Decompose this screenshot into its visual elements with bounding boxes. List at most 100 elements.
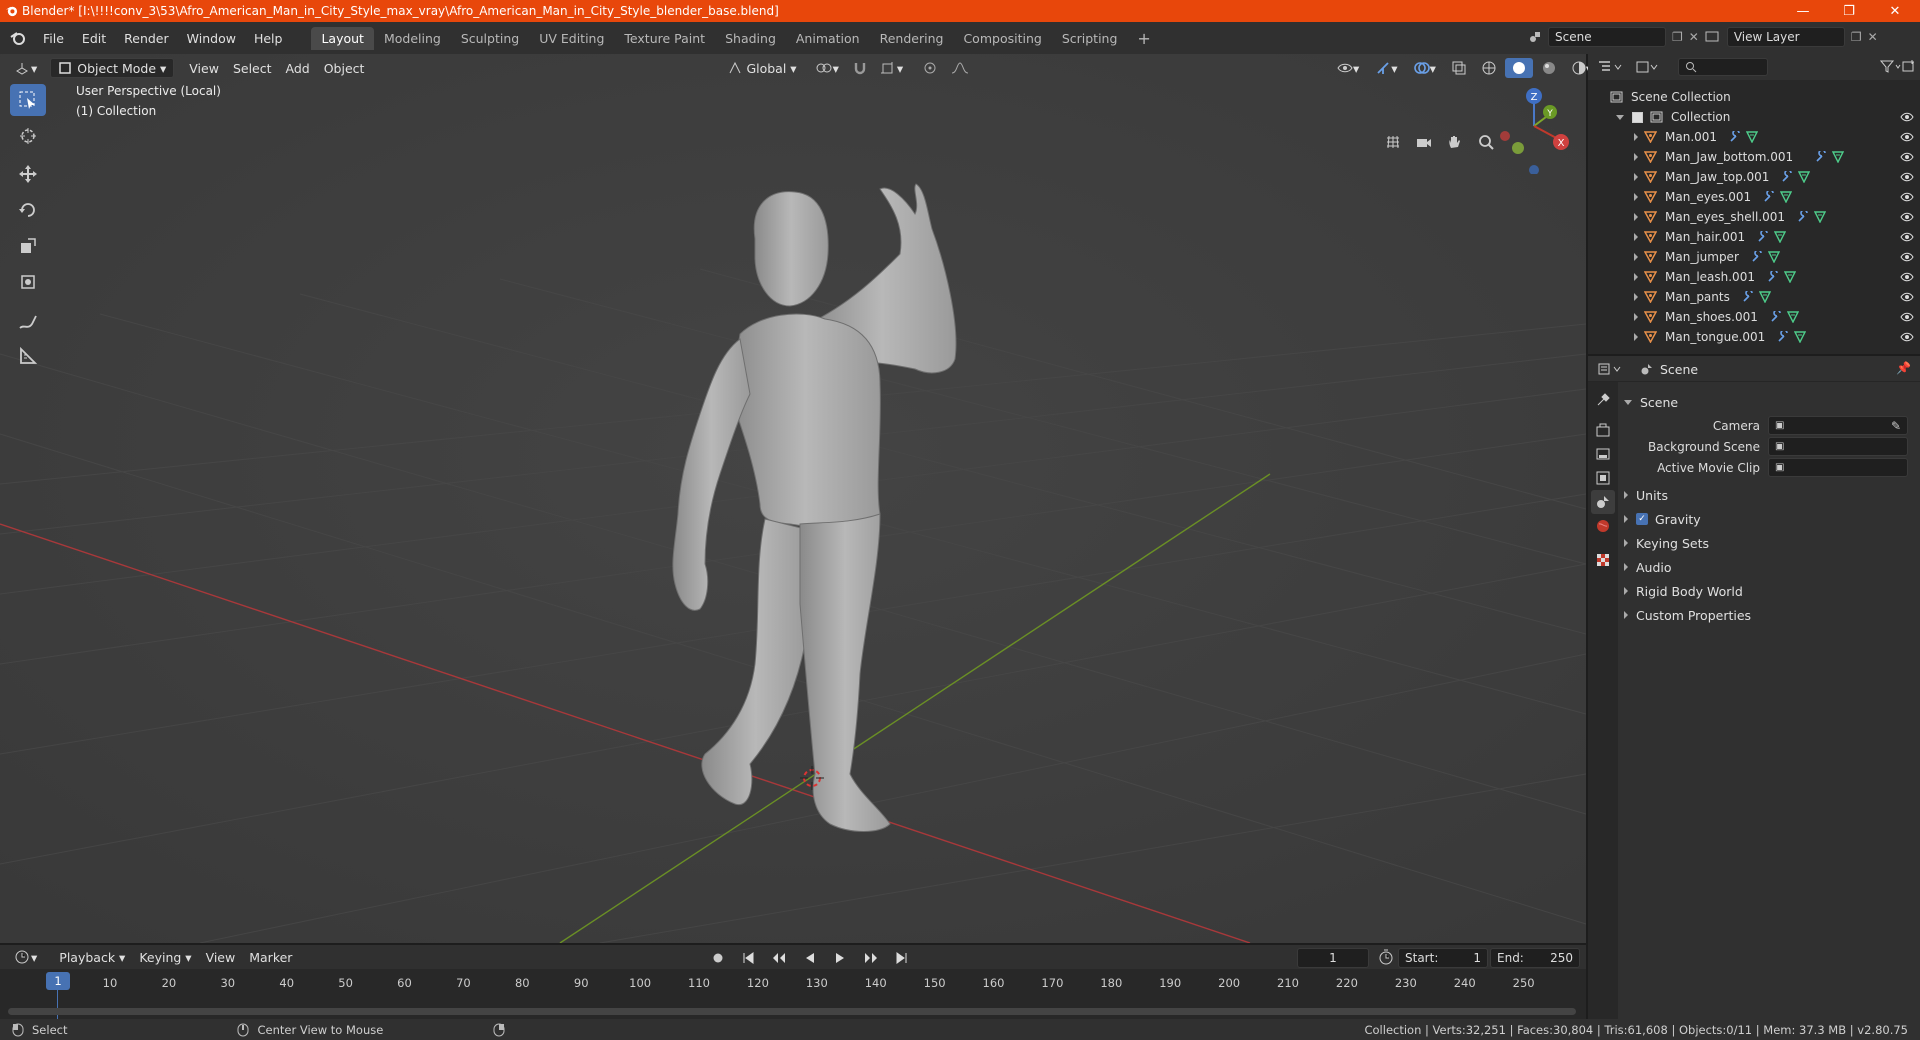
outliner-object-row[interactable]: Man_leash.001 bbox=[1588, 267, 1920, 287]
new-view-layer-icon[interactable]: ❐ bbox=[1851, 30, 1862, 44]
eyedropper-icon[interactable]: ✎ bbox=[1891, 419, 1901, 433]
timeline-menu-playback[interactable]: Playback ▾ bbox=[52, 947, 132, 967]
viewport-menu-add[interactable]: Add bbox=[279, 58, 317, 78]
tab-sculpting[interactable]: Sculpting bbox=[451, 27, 529, 50]
current-frame-field[interactable]: 1 bbox=[1297, 948, 1369, 968]
outliner-object-row[interactable]: Man_tongue.001 bbox=[1588, 327, 1920, 347]
collection-row[interactable]: Collection bbox=[1588, 107, 1920, 127]
properties-section-header[interactable]: Audio bbox=[1624, 555, 1914, 579]
mesh-data-icon[interactable] bbox=[1758, 291, 1771, 303]
pivot-point-selector[interactable]: ▾ bbox=[808, 58, 846, 78]
shading-solid-button[interactable] bbox=[1504, 58, 1533, 78]
tab-scripting[interactable]: Scripting bbox=[1052, 27, 1128, 50]
eye-icon[interactable] bbox=[1900, 212, 1914, 222]
next-keyframe-button[interactable] bbox=[857, 948, 885, 968]
modifier-wrench-icon[interactable] bbox=[1797, 211, 1809, 223]
object-expand-icon[interactable] bbox=[1634, 173, 1638, 181]
viewport-menu-view[interactable]: View bbox=[182, 58, 226, 78]
play-reverse-button[interactable] bbox=[797, 948, 823, 968]
transform-tool[interactable] bbox=[10, 266, 46, 298]
outliner-object-row[interactable]: Man_Jaw_bottom.001 bbox=[1588, 147, 1920, 167]
zoom-view-button[interactable] bbox=[1472, 128, 1500, 156]
modifier-wrench-icon[interactable] bbox=[1763, 191, 1775, 203]
xray-toggle[interactable] bbox=[1445, 58, 1473, 78]
eye-icon[interactable] bbox=[1900, 272, 1914, 282]
new-scene-icon[interactable]: ❐ bbox=[1672, 30, 1683, 44]
playhead-frame-badge[interactable]: 1 bbox=[46, 972, 70, 990]
delete-scene-icon[interactable]: ✕ bbox=[1689, 30, 1699, 44]
cursor-tool[interactable] bbox=[10, 120, 46, 152]
outliner-object-row[interactable]: Man_shoes.001 bbox=[1588, 307, 1920, 327]
end-frame-field[interactable]: End: 250 bbox=[1490, 948, 1580, 968]
outliner-editor-type-icon[interactable] bbox=[1598, 60, 1624, 77]
tab-compositing[interactable]: Compositing bbox=[953, 27, 1051, 50]
timeline-menu-view[interactable]: View bbox=[199, 947, 243, 967]
eye-icon[interactable] bbox=[1900, 312, 1914, 322]
mesh-data-icon[interactable] bbox=[1780, 191, 1793, 203]
menu-edit[interactable]: Edit bbox=[73, 31, 115, 46]
object-expand-icon[interactable] bbox=[1634, 233, 1638, 241]
gizmo-toggle[interactable]: ▾ bbox=[1368, 58, 1404, 78]
view-layer-selector[interactable]: View Layer bbox=[1726, 27, 1845, 47]
scene-icon[interactable] bbox=[1528, 30, 1542, 44]
view-layer-icon[interactable] bbox=[1705, 30, 1721, 44]
object-expand-icon[interactable] bbox=[1634, 333, 1638, 341]
start-frame-field[interactable]: Start: 1 bbox=[1398, 948, 1488, 968]
object-expand-icon[interactable] bbox=[1634, 213, 1638, 221]
measure-tool[interactable] bbox=[10, 340, 46, 372]
scale-tool[interactable] bbox=[10, 230, 46, 262]
object-expand-icon[interactable] bbox=[1634, 253, 1638, 261]
mesh-data-icon[interactable] bbox=[1783, 271, 1796, 283]
collection-expand-icon[interactable] bbox=[1616, 114, 1624, 120]
outliner-object-row[interactable]: Man_eyes_shell.001 bbox=[1588, 207, 1920, 227]
outliner-object-row[interactable]: Man_eyes.001 bbox=[1588, 187, 1920, 207]
tab-output[interactable] bbox=[1595, 446, 1611, 465]
object-expand-icon[interactable] bbox=[1634, 313, 1638, 321]
mesh-data-icon[interactable] bbox=[1832, 151, 1845, 163]
menu-window[interactable]: Window bbox=[178, 31, 245, 46]
mesh-data-icon[interactable] bbox=[1794, 331, 1807, 343]
rotate-tool[interactable] bbox=[10, 194, 46, 226]
properties-section-header[interactable]: Custom Properties bbox=[1624, 603, 1914, 627]
eye-icon[interactable] bbox=[1900, 112, 1914, 122]
tab-scene[interactable] bbox=[1591, 490, 1615, 514]
pin-icon[interactable]: 📌 bbox=[1896, 361, 1911, 375]
gravity-checkbox[interactable]: ✓ bbox=[1636, 513, 1648, 525]
outliner-object-row[interactable]: Man.001 bbox=[1588, 127, 1920, 147]
object-expand-icon[interactable] bbox=[1634, 273, 1638, 281]
tab-texture-paint[interactable]: Texture Paint bbox=[614, 27, 715, 50]
outliner-object-row[interactable]: Man_hair.001 bbox=[1588, 227, 1920, 247]
field-value-input[interactable]: ▣ bbox=[1768, 458, 1908, 477]
properties-section-header[interactable]: Units bbox=[1624, 483, 1914, 507]
tab-animation[interactable]: Animation bbox=[786, 27, 870, 50]
tab-shading[interactable]: Shading bbox=[715, 27, 786, 50]
menu-help[interactable]: Help bbox=[245, 31, 292, 46]
snap-target-selector[interactable]: ▾ bbox=[874, 58, 910, 78]
outliner-object-row[interactable]: Man_jumper bbox=[1588, 247, 1920, 267]
tab-modeling[interactable]: Modeling bbox=[374, 27, 451, 50]
new-collection-icon[interactable] bbox=[1902, 59, 1916, 76]
close-button[interactable]: ✕ bbox=[1872, 0, 1918, 22]
properties-section-header[interactable]: Rigid Body World bbox=[1624, 579, 1914, 603]
toggle-grid-view-button[interactable] bbox=[1379, 128, 1407, 156]
transform-orientation-selector[interactable]: Global ▾ bbox=[721, 58, 803, 78]
select-box-tool[interactable] bbox=[10, 84, 46, 116]
3d-viewport[interactable]: User Perspective (Local) (1) Collection bbox=[0, 54, 1586, 943]
scene-collection-row[interactable]: Scene Collection bbox=[1588, 87, 1920, 107]
modifier-wrench-icon[interactable] bbox=[1815, 151, 1827, 163]
blender-menu-icon[interactable] bbox=[10, 30, 26, 46]
modifier-wrench-icon[interactable] bbox=[1777, 331, 1789, 343]
shading-wireframe-button[interactable] bbox=[1475, 58, 1503, 78]
tab-view-layer[interactable] bbox=[1595, 470, 1611, 489]
proportional-falloff-selector[interactable] bbox=[944, 58, 976, 78]
tab-render[interactable] bbox=[1595, 422, 1611, 441]
eye-icon[interactable] bbox=[1900, 232, 1914, 242]
scene-panel-header[interactable]: Scene bbox=[1624, 390, 1914, 414]
modifier-wrench-icon[interactable] bbox=[1781, 171, 1793, 183]
modifier-wrench-icon[interactable] bbox=[1742, 291, 1754, 303]
stopwatch-icon[interactable] bbox=[1378, 949, 1394, 968]
field-value-input[interactable]: ▣ ✎ bbox=[1768, 416, 1908, 435]
tab-texture[interactable] bbox=[1595, 552, 1611, 571]
collection-checkbox[interactable] bbox=[1632, 111, 1643, 123]
pan-view-button[interactable] bbox=[1441, 128, 1469, 156]
